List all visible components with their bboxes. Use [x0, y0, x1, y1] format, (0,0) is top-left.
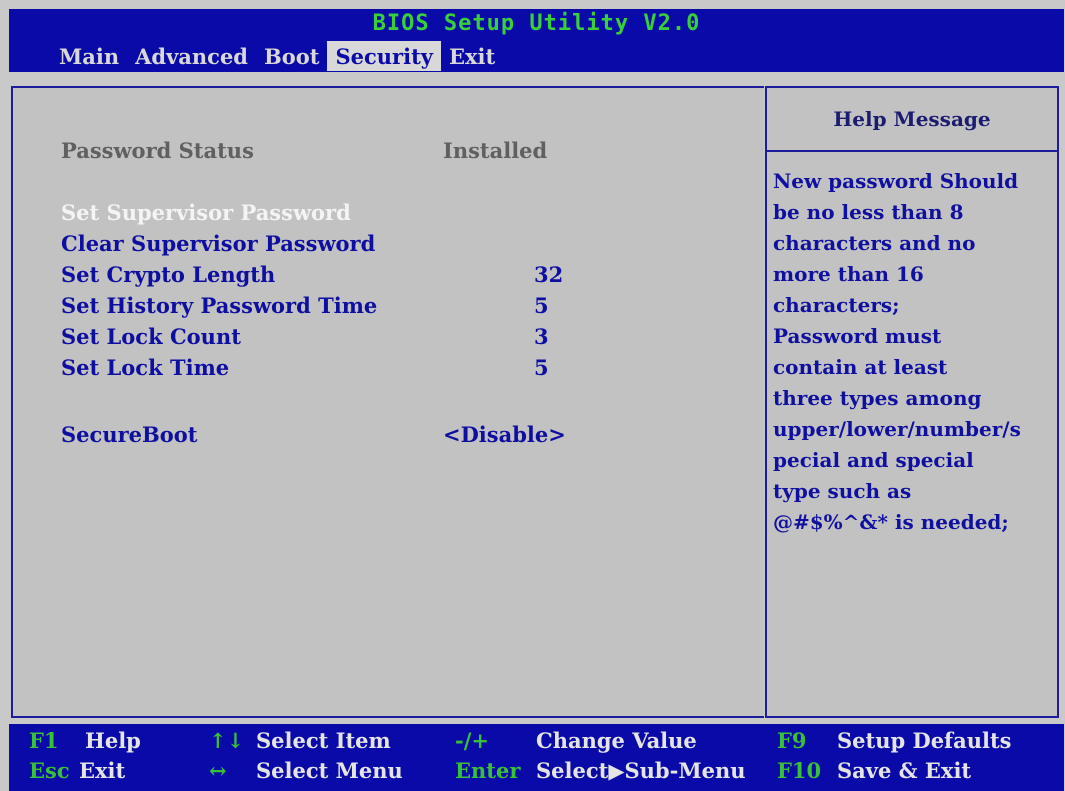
help-line: @#$%^&* is needed; — [773, 510, 1009, 534]
menu-bar: Main Advanced Boot Security Exit — [51, 41, 503, 71]
secure-boot-value[interactable]: <Disable> — [443, 422, 566, 447]
tab-exit[interactable]: Exit — [441, 41, 503, 71]
help-message: New password Should be no less than 8 ch… — [773, 166, 1021, 538]
help-title: Help Message — [767, 88, 1057, 152]
bios-screen: BIOS Setup Utility V2.0 Main Advanced Bo… — [0, 0, 1065, 791]
save-exit-desc: Save & Exit — [837, 758, 972, 783]
clear-supervisor-password-item[interactable]: Clear Supervisor Password — [61, 231, 375, 256]
set-lock-count-item[interactable]: Set Lock Count — [61, 324, 241, 349]
esc-key: Esc — [29, 758, 70, 783]
password-status-value: Installed — [443, 138, 548, 163]
tab-main[interactable]: Main — [51, 41, 127, 71]
f1-desc: Help — [85, 728, 141, 753]
tab-advanced[interactable]: Advanced — [127, 41, 256, 71]
title-bar: BIOS Setup Utility V2.0 Main Advanced Bo… — [9, 9, 1064, 72]
help-line: be no less than 8 — [773, 200, 964, 224]
updown-arrows-key: ↑↓ — [209, 728, 245, 753]
crypto-length-value[interactable]: 32 — [534, 262, 563, 287]
tab-boot[interactable]: Boot — [256, 41, 327, 71]
help-line: characters and no — [773, 231, 976, 255]
select-item-desc: Select Item — [256, 728, 391, 753]
f10-key: F10 — [777, 758, 822, 783]
set-crypto-length-item[interactable]: Set Crypto Length — [61, 262, 275, 287]
leftright-arrows-key: ↔ — [209, 758, 227, 783]
help-line: pecial and special — [773, 448, 974, 472]
select-menu-desc: Select Menu — [256, 758, 403, 783]
enter-key: Enter — [455, 758, 521, 783]
secure-boot-item[interactable]: SecureBoot — [61, 422, 197, 447]
help-panel: Help Message New password Should be no l… — [765, 86, 1059, 718]
help-line: characters; — [773, 293, 900, 317]
key-legend-bar: F1 Help ↑↓ Select Item -/+ Change Value … — [9, 724, 1064, 791]
help-line: more than 16 — [773, 262, 924, 286]
setup-defaults-desc: Setup Defaults — [837, 728, 1012, 753]
set-history-password-time-item[interactable]: Set History Password Time — [61, 293, 377, 318]
help-line: contain at least — [773, 355, 948, 379]
help-line: Password must — [773, 324, 942, 348]
exit-desc: Exit — [79, 758, 126, 783]
help-line: New password Should — [773, 169, 1019, 193]
password-status-label: Password Status — [61, 138, 254, 163]
settings-panel: Password Status Installed Set Supervisor… — [11, 86, 764, 718]
select-submenu-desc: Select▶Sub-Menu — [536, 758, 746, 783]
help-line: three types among — [773, 386, 982, 410]
minus-plus-key: -/+ — [455, 728, 489, 753]
lock-count-value[interactable]: 3 — [534, 324, 549, 349]
lock-time-value[interactable]: 5 — [534, 355, 549, 380]
help-line: upper/lower/number/s — [773, 417, 1021, 441]
help-line: type such as — [773, 479, 912, 503]
set-lock-time-item[interactable]: Set Lock Time — [61, 355, 229, 380]
set-supervisor-password-item[interactable]: Set Supervisor Password — [61, 200, 351, 225]
bios-title: BIOS Setup Utility V2.0 — [372, 11, 701, 36]
f9-key: F9 — [777, 728, 807, 753]
f1-key: F1 — [29, 728, 59, 753]
change-value-desc: Change Value — [536, 728, 697, 753]
history-password-time-value[interactable]: 5 — [534, 293, 549, 318]
tab-security[interactable]: Security — [327, 41, 441, 71]
